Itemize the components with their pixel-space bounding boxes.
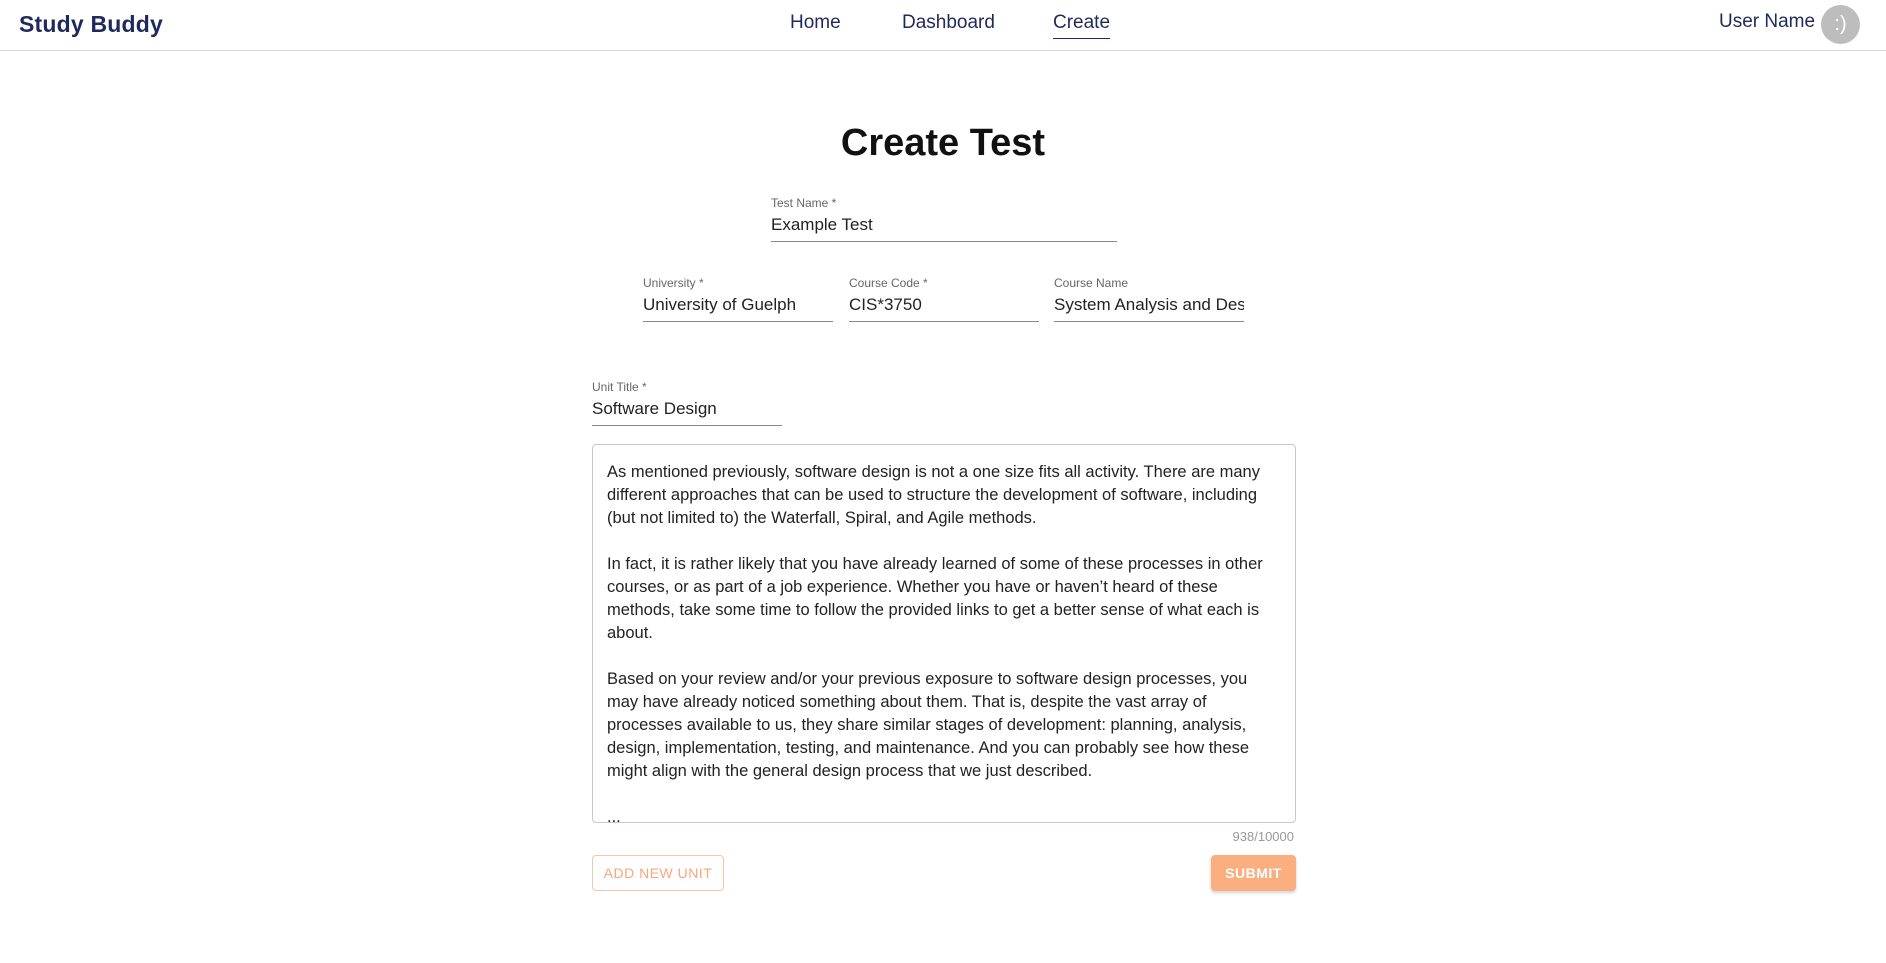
character-counter: 938/10000 xyxy=(1232,829,1294,844)
unit-title-label: Unit Title * xyxy=(592,380,647,394)
user-name[interactable]: User Name xyxy=(1719,11,1815,33)
brand-logo[interactable]: Study Buddy xyxy=(19,11,163,38)
course-name-field[interactable]: Course Name System Analysis and Desig xyxy=(1054,276,1244,322)
university-input[interactable]: University of Guelph xyxy=(643,295,833,322)
course-code-field[interactable]: Course Code * CIS*3750 xyxy=(849,276,1039,322)
unit-title-input[interactable]: Software Design xyxy=(592,399,782,426)
unit-content-paragraph: Based on your review and/or your previou… xyxy=(607,670,1250,780)
submit-button[interactable]: SUBMIT xyxy=(1211,855,1296,891)
unit-content-paragraph: In fact, it is rather likely that you ha… xyxy=(607,555,1263,642)
page-title: Create Test xyxy=(840,122,1046,164)
course-name-input[interactable]: System Analysis and Desig xyxy=(1054,295,1244,322)
university-label: University * xyxy=(643,276,704,290)
nav-home-link[interactable]: Home xyxy=(790,12,841,38)
course-code-label: Course Code * xyxy=(849,276,928,290)
top-navbar: Study Buddy Home Dashboard Create User N… xyxy=(0,0,1886,51)
avatar[interactable]: :) xyxy=(1821,5,1860,44)
university-field[interactable]: University * University of Guelph xyxy=(643,276,833,322)
course-name-label: Course Name xyxy=(1054,276,1129,290)
unit-content-textarea[interactable]: As mentioned previously, software design… xyxy=(592,444,1296,826)
unit-content-paragraph: ... xyxy=(607,808,621,826)
nav-dashboard-link[interactable]: Dashboard xyxy=(902,12,995,38)
unit-title-field[interactable]: Unit Title * Software Design xyxy=(592,380,782,426)
test-name-field[interactable]: Test Name * Example Test xyxy=(771,196,1117,242)
nav-create-link[interactable]: Create xyxy=(1053,12,1111,39)
test-name-input[interactable]: Example Test xyxy=(771,215,1117,242)
test-name-label: Test Name * xyxy=(771,196,837,210)
course-code-input[interactable]: CIS*3750 xyxy=(849,295,1039,322)
add-new-unit-button[interactable]: ADD NEW UNIT xyxy=(592,855,724,891)
unit-content-paragraph: As mentioned previously, software design… xyxy=(607,463,1260,527)
